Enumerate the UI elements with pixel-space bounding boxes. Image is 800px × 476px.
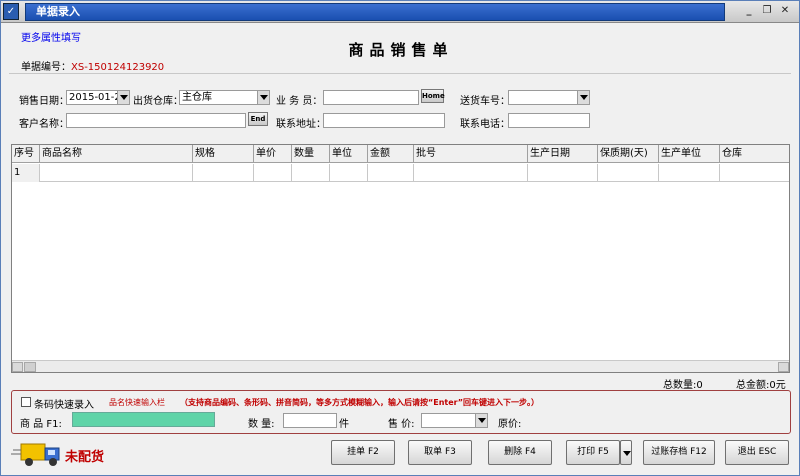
post-archive-button[interactable]: 过账存档 F12 (643, 440, 715, 465)
column-header[interactable]: 规格 (193, 145, 254, 163)
warehouse-select[interactable]: 主仓库 (179, 90, 270, 105)
table-cell[interactable] (528, 164, 598, 182)
warehouse-label: 出货仓库： (133, 96, 183, 107)
customer-input[interactable] (66, 113, 246, 128)
table-cell[interactable] (292, 164, 330, 182)
restore-icon[interactable]: ❐ (759, 4, 775, 19)
name-input-label: 品名快速输入栏 (109, 398, 165, 407)
salesman-label: 业 务 员： (276, 96, 323, 107)
chevron-down-icon (623, 451, 631, 456)
quantity-input[interactable] (283, 413, 337, 428)
items-grid[interactable]: 序号 商品名称 规格 单价 数量 单位 金额 批号 生产日期 保质期(天) 生产… (11, 144, 790, 373)
product-label: 商 品 F1: (20, 419, 62, 430)
table-cell[interactable] (659, 164, 720, 182)
vehicle-select[interactable] (508, 90, 590, 105)
sale-date-label: 销售日期： (19, 96, 69, 107)
horizontal-scrollbar[interactable] (12, 360, 789, 372)
bill-number-value: XS-150124123920 (71, 62, 165, 73)
column-header[interactable]: 商品名称 (40, 145, 193, 163)
table-cell[interactable] (254, 164, 292, 182)
table-cell[interactable] (193, 164, 254, 182)
print-menu-button[interactable] (620, 440, 632, 465)
minimize-icon[interactable]: _ (741, 4, 757, 19)
scroll-thumb[interactable] (24, 362, 36, 372)
barcode-checkbox[interactable] (21, 397, 31, 407)
window-title: 单据录入 (25, 3, 725, 21)
table-cell[interactable] (330, 164, 368, 182)
app-icon: ✓ (3, 3, 19, 20)
vehicle-label: 送货车号： (460, 96, 510, 107)
table-row[interactable]: 1 (12, 164, 789, 182)
quick-entry-panel: 条码快速录入 品名快速输入栏 （支持商品编码、条形码、拼音简码，等多方式模糊输入… (11, 390, 791, 434)
hold-button[interactable]: 挂单 F2 (331, 440, 395, 465)
column-header[interactable]: 单位 (330, 145, 368, 163)
column-header[interactable]: 金额 (368, 145, 414, 163)
product-input[interactable] (72, 412, 215, 427)
chevron-down-icon[interactable] (577, 91, 589, 104)
home-button[interactable]: Home (421, 89, 445, 103)
truck-icon (11, 443, 60, 466)
chevron-down-icon[interactable] (117, 91, 129, 104)
price-label: 售 价: (388, 419, 415, 430)
divider (9, 73, 791, 74)
sales-entry-window: ✓ 单据录入 _ ❐ ✕ 更多属性填写 商品销售单 单据编号：XS-150124… (0, 0, 800, 476)
page-title: 商品销售单 (348, 41, 454, 59)
barcode-label: 条码快速录入 (34, 400, 94, 411)
column-header[interactable]: 批号 (414, 145, 528, 163)
chevron-down-icon[interactable] (257, 91, 269, 104)
column-header[interactable]: 仓库 (720, 145, 789, 163)
warehouse-value: 主仓库 (182, 92, 212, 103)
address-input[interactable] (323, 113, 445, 128)
title-bar: ✓ 单据录入 _ ❐ ✕ (1, 1, 799, 23)
hint-text: （支持商品编码、条形码、拼音简码，等多方式模糊输入，输入后请按“Enter”回车… (180, 398, 540, 407)
delete-button[interactable]: 删除 F4 (488, 440, 552, 465)
bill-number: 单据编号：XS-150124123920 (21, 58, 164, 73)
sale-date-picker[interactable]: 2015-01-24 (66, 90, 130, 105)
table-cell[interactable] (40, 164, 193, 182)
column-header[interactable]: 数量 (292, 145, 330, 163)
salesman-input[interactable] (323, 90, 419, 105)
price-select[interactable] (421, 413, 488, 428)
exit-button[interactable]: 退出 ESC (725, 440, 789, 465)
grid-header: 序号 商品名称 规格 单价 数量 单位 金额 批号 生产日期 保质期(天) 生产… (12, 145, 789, 163)
scroll-right-icon[interactable] (778, 362, 789, 372)
close-icon[interactable]: ✕ (777, 4, 793, 19)
total-amount: 总金额:0元 (736, 376, 786, 391)
row-number-cell: 1 (12, 164, 40, 182)
column-header[interactable]: 保质期(天) (598, 145, 659, 163)
customer-label: 客户名称： (19, 119, 69, 130)
quantity-label: 数 量: (248, 419, 275, 430)
phone-input[interactable] (508, 113, 590, 128)
end-button[interactable]: End (248, 112, 268, 126)
table-cell[interactable] (720, 164, 789, 182)
table-cell[interactable] (414, 164, 528, 182)
total-quantity: 总数量:0 (663, 376, 703, 391)
column-header[interactable]: 生产单位 (659, 145, 720, 163)
address-label: 联系地址： (276, 119, 326, 130)
scroll-left-icon[interactable] (12, 362, 23, 372)
quantity-unit: 件 (339, 419, 349, 430)
print-button[interactable]: 打印 F5 (566, 440, 620, 465)
column-header[interactable]: 序号 (12, 145, 40, 163)
column-header[interactable]: 生产日期 (528, 145, 598, 163)
table-cell[interactable] (598, 164, 659, 182)
bill-number-label: 单据编号： (21, 62, 71, 73)
column-header[interactable]: 单价 (254, 145, 292, 163)
chevron-down-icon[interactable] (475, 414, 487, 427)
pick-button[interactable]: 取单 F3 (408, 440, 472, 465)
table-cell[interactable] (368, 164, 414, 182)
phone-label: 联系电话： (460, 119, 510, 130)
delivery-status: 未配货 (65, 450, 105, 465)
original-price-label: 原价: (498, 419, 522, 430)
